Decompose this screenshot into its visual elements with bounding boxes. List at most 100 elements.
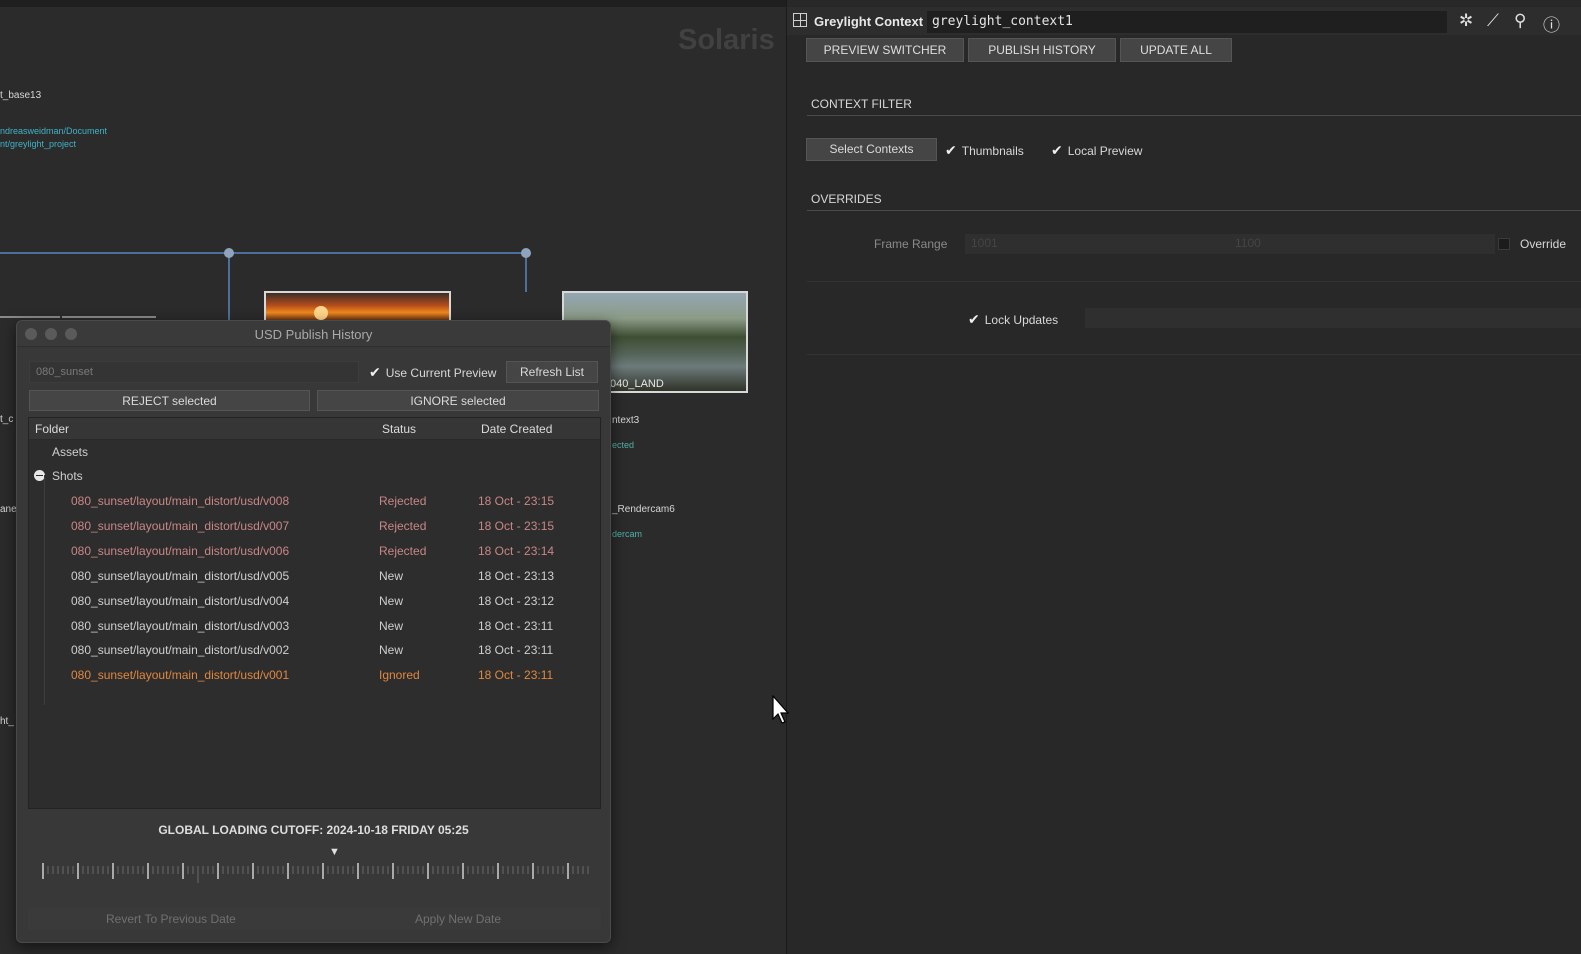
section-divider [807, 354, 1581, 355]
cell-path: 080_sunset/layout/main_distort/usd/v005 [71, 568, 290, 583]
search-icon[interactable]: ⚲ [1514, 11, 1526, 31]
local-preview-checkbox[interactable]: ✔ Local Preview [1051, 142, 1142, 159]
group-label: Shots [52, 469, 83, 483]
date-actions: Revert To Previous Date Apply New Date [28, 908, 601, 930]
table-row[interactable]: 080_sunset/layout/main_distort/usd/v002 N… [29, 638, 600, 662]
use-current-preview-checkbox[interactable]: ✔ Use Current Preview [369, 364, 496, 381]
table-row[interactable]: 080_sunset/layout/main_distort/usd/v006 R… [29, 539, 600, 563]
override-checkbox[interactable] [1498, 238, 1510, 250]
select-contexts-button[interactable]: Select Contexts [806, 138, 937, 161]
info-icon[interactable]: ⓘ [1543, 11, 1560, 36]
table-row[interactable]: 080_sunset/layout/main_distort/usd/v004 N… [29, 589, 600, 613]
node-outline [62, 316, 156, 318]
context-watermark: Solaris [678, 24, 775, 56]
node-sublabel: ected [612, 440, 635, 450]
lock-updates-checkbox[interactable]: ✔ Lock Updates [968, 311, 1058, 328]
table-row[interactable]: 080_sunset/layout/main_distort/usd/v007 R… [29, 514, 600, 538]
update-all-button[interactable]: UPDATE ALL [1120, 38, 1232, 62]
node-label: t_c [0, 414, 14, 425]
checkbox-label: Local Preview [1067, 144, 1143, 158]
cell-path: 080_sunset/layout/main_distort/usd/v001 [71, 668, 290, 683]
cell-date: 18 Oct - 23:15 [478, 494, 555, 508]
parameter-panel: Greylight Context greylight_context1 ✲ ⟋… [786, 0, 1581, 954]
top-strip [0, 0, 786, 7]
mouse-cursor-icon [772, 695, 790, 724]
lock-updates-field[interactable] [1085, 308, 1581, 328]
cell-status: Rejected [379, 494, 427, 508]
check-icon: ✔ [945, 142, 957, 158]
ignore-selected-button[interactable]: IGNORE selected [317, 390, 599, 411]
cell-status: New [379, 618, 404, 633]
node-name-field[interactable]: greylight_context1 [927, 11, 1447, 33]
apply-date-button[interactable]: Apply New Date [415, 912, 501, 926]
publish-history-button[interactable]: PUBLISH HISTORY [968, 38, 1116, 62]
context-row: 080_sunset ✔ Use Current Preview Refresh … [29, 361, 599, 383]
sun-shape [314, 306, 328, 320]
cell-date: 18 Oct - 23:11 [478, 668, 554, 683]
table-row[interactable]: 080_sunset/layout/main_distort/usd/v008 R… [29, 489, 600, 513]
cell-path: 080_sunset/layout/main_distort/usd/v004 [71, 593, 290, 608]
preview-switcher-button[interactable]: PREVIEW SWITCHER [806, 38, 964, 62]
section-divider [807, 210, 1581, 211]
node-thumbnail-sunset[interactable] [264, 291, 451, 323]
overrides-heading: OVERRIDES [811, 192, 882, 206]
node-wire [0, 252, 526, 254]
cell-date: 18 Oct - 23:14 [478, 543, 555, 558]
reject-selected-button[interactable]: REJECT selected [29, 390, 310, 411]
context-field[interactable]: 080_sunset [29, 361, 359, 383]
cell-path: 080_sunset/layout/main_distort/usd/v006 [71, 543, 290, 558]
table-row[interactable]: 080_sunset/layout/main_distort/usd/v005 N… [29, 564, 600, 588]
timeline-marker-icon[interactable]: ▼ [329, 846, 340, 858]
node-grid-icon [793, 13, 807, 27]
window-titlebar[interactable]: USD Publish History [17, 321, 610, 347]
timeline-ticks [42, 863, 594, 883]
frame-end-value: 1100 [1235, 236, 1261, 250]
column-header-date[interactable]: Date Created [481, 422, 552, 436]
thumbnail-label: 040_LAND [610, 378, 664, 390]
cell-status: New [379, 593, 404, 608]
cell-date: 18 Oct - 23:12 [478, 593, 555, 608]
check-icon: ✔ [968, 311, 980, 327]
tree-group-assets[interactable]: Assets [29, 440, 600, 464]
frame-range-label: Frame Range [874, 237, 948, 251]
gear-icon[interactable]: ✲ [1459, 11, 1473, 31]
publish-tree[interactable]: Folder Status Date Created Assets Shots … [28, 417, 601, 809]
revert-date-button[interactable]: Revert To Previous Date [106, 912, 236, 926]
node-path-text: ndreasweidman/Document [0, 126, 108, 136]
cell-status: New [379, 568, 404, 583]
node-label: ane [0, 504, 17, 515]
cell-date: 18 Oct - 23:11 [478, 618, 554, 633]
cell-status: Rejected [379, 543, 427, 558]
cutoff-timeline[interactable]: ▼ [41, 846, 594, 883]
brush-icon[interactable]: ⟋ [1487, 11, 1499, 31]
column-header-folder[interactable]: Folder [35, 422, 69, 436]
checkbox-label: Thumbnails [961, 144, 1024, 158]
global-cutoff-label: GLOBAL LOADING CUTOFF: 2024-10-18 FRIDAY… [158, 823, 469, 837]
node-label: t_base13 [0, 90, 42, 101]
column-header-status[interactable]: Status [382, 422, 416, 436]
publish-history-window[interactable]: USD Publish History 080_sunset ✔ Use Curr… [16, 320, 611, 943]
cell-status: Ignored [379, 668, 420, 683]
wire-dot[interactable] [224, 248, 234, 258]
tree-header: Folder Status Date Created [29, 418, 600, 440]
tree-group-shots[interactable]: Shots [29, 464, 600, 488]
cell-date: 18 Oct - 23:13 [478, 568, 555, 583]
cell-path: 080_sunset/layout/main_distort/usd/v002 [71, 643, 290, 658]
table-row[interactable]: 080_sunset/layout/main_distort/usd/v003 N… [29, 614, 600, 638]
node-label: ntext3 [612, 415, 640, 426]
table-row[interactable]: 080_sunset/layout/main_distort/usd/v001 I… [29, 663, 600, 687]
node-outline [0, 316, 60, 318]
cell-date: 18 Oct - 23:15 [478, 518, 555, 533]
refresh-list-button[interactable]: Refresh List [506, 361, 598, 383]
context-filter-heading: CONTEXT FILTER [811, 97, 912, 111]
node-type-label: Greylight Context [814, 14, 924, 29]
cell-date: 18 Oct - 23:11 [478, 643, 554, 658]
override-label: Override [1520, 237, 1567, 251]
parameter-header: Greylight Context greylight_context1 ✲ ⟋… [787, 7, 1581, 35]
cell-path: 080_sunset/layout/main_distort/usd/v007 [71, 518, 290, 533]
wire-dot[interactable] [521, 248, 531, 258]
cell-path: 080_sunset/layout/main_distort/usd/v008 [71, 494, 290, 508]
checkbox-label: Lock Updates [984, 313, 1059, 327]
thumbnails-checkbox[interactable]: ✔ Thumbnails [945, 142, 1024, 159]
frame-range-field[interactable]: 1001 1100 [965, 234, 1495, 254]
